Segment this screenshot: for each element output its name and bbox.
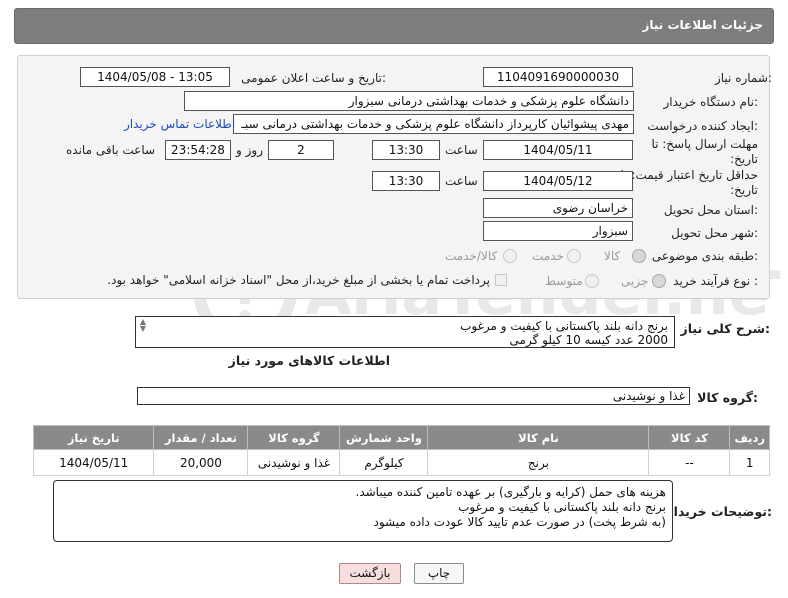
buyer-notes-line: (به شرط پخت) در صورت عدم تایید کالا عودت… <box>373 515 666 529</box>
delivery-province-label: استان محل تحویل: <box>663 203 758 217</box>
buyer-notes-line: هزینه های حمل (کرایه و بارگیری) بر عهده … <box>355 485 667 499</box>
delivery-city-field[interactable]: سبزوار <box>483 221 633 241</box>
announce-datetime-label: تاریخ و ساعت اعلان عمومی: <box>241 71 386 85</box>
treasury-payment-note: پرداخت تمام یا بخشی از مبلغ خرید،از محل … <box>107 273 490 287</box>
col-row: ردیف <box>729 425 770 450</box>
buyer-org-field[interactable]: دانشگاه علوم پزشکی و خدمات بهداشتی درمان… <box>184 91 634 111</box>
cell-date: 1404/05/11 <box>32 449 155 476</box>
category-goods-label: کالا <box>604 249 621 263</box>
remaining-days-field[interactable]: 2 <box>268 140 334 160</box>
price-validity-label: حداقل تاریخ اعتبار قیمت: تا تاریخ: <box>620 168 758 197</box>
announce-datetime-field[interactable]: 1404/05/08 - 13:05 <box>80 67 230 87</box>
purchase-medium-label: متوسط <box>545 274 583 288</box>
purchase-minor-label: جزیی <box>621 274 649 288</box>
remaining-time-field[interactable]: 23:54:28 <box>165 140 231 160</box>
validity-time-field[interactable]: 13:30 <box>372 171 440 191</box>
cell-quantity: 20,000 <box>153 449 249 476</box>
delivery-province-field[interactable]: خراسان رضوی <box>483 198 633 218</box>
buyer-notes-box[interactable]: هزینه های حمل (کرایه و بارگیری) بر عهده … <box>53 480 673 542</box>
category-service-radio[interactable] <box>567 249 581 263</box>
scroll-arrows[interactable]: ▲ ▼ <box>137 318 149 333</box>
treasury-payment-checkbox[interactable] <box>495 274 507 286</box>
print-button[interactable]: چاپ <box>414 563 464 584</box>
title-bar: جزئیات اطلاعات نیاز <box>14 8 774 44</box>
cell-unit: کیلوگرم <box>339 449 429 476</box>
col-code: کد کالا <box>648 425 731 450</box>
buyer-notes-label: توضیحات خریدار: <box>666 504 772 519</box>
goods-group-label: گروه کالا: <box>697 390 758 405</box>
col-group: گروه کالا <box>247 425 341 450</box>
cell-group: غذا و نوشیدنی <box>247 449 341 476</box>
back-button[interactable]: بازگشت <box>339 563 401 584</box>
items-table: ردیف کد کالا نام کالا واحد شمارش گروه کا… <box>32 425 770 476</box>
remaining-time-label: ساعت باقی مانده <box>66 143 156 157</box>
reply-time-field[interactable]: 13:30 <box>372 140 440 160</box>
general-desc-box[interactable]: برنج دانه بلند پاکستانی با کیفیت و مرغوب… <box>135 316 675 348</box>
col-date: تاریخ نیاز <box>32 425 155 450</box>
goods-info-heading: اطلاعات کالاهای مورد نیاز <box>228 353 390 368</box>
col-unit: واحد شمارش <box>339 425 429 450</box>
category-service-label: خدمت <box>532 249 564 263</box>
category-label: طبقه بندی موضوعی: <box>651 249 758 263</box>
delivery-city-label: شهر محل تحویل: <box>671 226 758 240</box>
cell-name: برنج <box>427 449 650 476</box>
validity-time-label: ساعت <box>445 174 478 188</box>
cell-code: -- <box>648 449 731 476</box>
items-table-header: ردیف کد کالا نام کالا واحد شمارش گروه کا… <box>32 425 770 450</box>
validity-date-field[interactable]: 1404/05/12 <box>483 171 633 191</box>
general-desc-line: 2000 عدد کیسه 10 کیلو گرمی <box>509 333 668 347</box>
reply-date-field[interactable]: 1404/05/11 <box>483 140 633 160</box>
need-number-field[interactable]: 1104091690000030 <box>483 67 633 87</box>
purchase-minor-radio[interactable] <box>652 274 666 288</box>
buyer-notes-line: برنج دانه بلند پاکستانی با کیفیت و مرغوب <box>458 500 666 514</box>
purchase-medium-radio[interactable] <box>585 274 599 288</box>
col-quantity: تعداد / مقدار <box>153 425 249 450</box>
reply-time-label: ساعت <box>445 143 478 157</box>
contact-info-link[interactable]: اطلاعات تماس خریدار <box>124 117 235 131</box>
general-desc-label: شرح کلی نیاز: <box>680 321 771 336</box>
scroll-down-icon[interactable]: ▼ <box>137 325 149 333</box>
requester-label: ایجاد کننده درخواست: <box>647 119 758 133</box>
category-goods-radio[interactable] <box>632 249 646 263</box>
need-number-label: شماره نیاز: <box>714 71 772 85</box>
buyer-org-label: نام دستگاه خریدار: <box>663 95 759 109</box>
col-name: نام کالا <box>427 425 650 450</box>
day-and-label: روز و <box>236 143 263 157</box>
reply-deadline-label: مهلت ارسال پاسخ: تا تاریخ: <box>651 137 758 166</box>
general-desc-line: برنج دانه بلند پاکستانی با کیفیت و مرغوب <box>460 319 668 333</box>
table-row[interactable]: 1 -- برنج کیلوگرم غذا و نوشیدنی 20,000 1… <box>32 449 770 476</box>
purchase-type-label: نوع فرآیند خرید : <box>673 274 758 288</box>
category-goods-service-label: کالا/خدمت <box>445 249 498 263</box>
requester-field[interactable]: مهدی پیشوائیان کارپرداز دانشگاه علوم پزش… <box>233 114 634 134</box>
goods-group-field[interactable]: غذا و نوشیدنی <box>137 387 690 405</box>
category-goods-service-radio[interactable] <box>503 249 517 263</box>
page-title: جزئیات اطلاعات نیاز <box>642 18 763 32</box>
cell-row: 1 <box>729 449 770 476</box>
